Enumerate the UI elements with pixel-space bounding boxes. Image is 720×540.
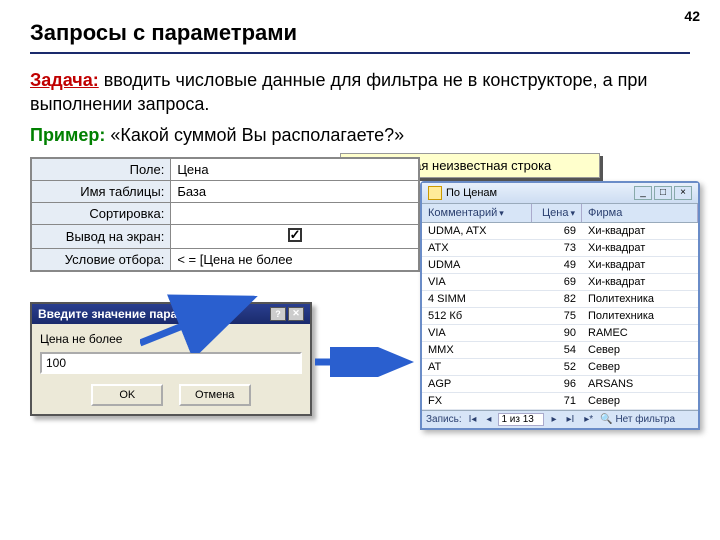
first-record-button[interactable]: I◂ [466,414,480,425]
task-text: вводить числовые данные для фильтра не в… [30,70,647,114]
grid-row: Имя таблицы:База [32,180,419,202]
prev-record-button[interactable]: ◂ [483,414,494,425]
table-row[interactable]: MMX54Север [422,342,698,359]
grid-value[interactable]: < = [Цена не более [171,248,419,270]
table-row[interactable]: 4 SIMM82Политехника [422,291,698,308]
result-datasheet-window: По Ценам _ □ × Комментарий▾ Цена▾ Фирма … [420,181,700,430]
table-row[interactable]: FX71Север [422,393,698,410]
grid-row: Сортировка: [32,202,419,224]
footer-label: Запись: [426,414,462,425]
help-icon[interactable]: ? [270,307,286,321]
close-icon[interactable]: × [674,186,692,200]
grid-checkbox-cell[interactable] [171,224,419,248]
grid-label: Условие отбора: [32,248,171,270]
grid-row: Условие отбора:< = [Цена не более [32,248,419,270]
table-row[interactable]: 512 Кб75Политехника [422,308,698,325]
task-paragraph: Задача: вводить числовые данные для филь… [30,68,690,117]
minimize-icon[interactable]: _ [634,186,652,200]
table-row[interactable]: AGP96ARSANS [422,376,698,393]
grid-label: Имя таблицы: [32,180,171,202]
grid-value[interactable] [171,202,419,224]
table-row[interactable]: VIA90RAMEC [422,325,698,342]
close-icon[interactable]: ✕ [288,307,304,321]
arrow-icon [140,293,260,353]
query-design-grid: Поле:Цена Имя таблицы:База Сортировка: В… [30,157,420,272]
grid-value[interactable]: Цена [171,158,419,180]
ok-button[interactable]: OK [91,384,163,406]
table-row[interactable]: VIA69Хи-квадрат [422,274,698,291]
new-record-button[interactable]: ▸* [581,414,596,425]
last-record-button[interactable]: ▸I [563,414,577,425]
maximize-icon[interactable]: □ [654,186,672,200]
next-record-button[interactable]: ▸ [548,414,559,425]
record-position-input[interactable] [498,413,544,426]
page-title: Запросы с параметрами [30,20,690,54]
parameter-input[interactable]: 100 [40,352,302,374]
chevron-down-icon[interactable]: ▾ [499,208,504,218]
grid-row: Вывод на экран: [32,224,419,248]
result-title: По Ценам [446,187,497,199]
column-header[interactable]: Цена▾ [532,204,582,222]
example-paragraph: Пример: «Какой суммой Вы располагаете?» [30,123,690,147]
column-header[interactable]: Фирма [582,204,698,222]
record-navigator: Запись: I◂ ◂ ▸ ▸I ▸* 🔍 Нет фильтра [422,410,698,428]
table-row[interactable]: ATX73Хи-квадрат [422,240,698,257]
table-icon [428,186,442,200]
grid-label: Вывод на экран: [32,224,171,248]
grid-label: Сортировка: [32,202,171,224]
example-label: Пример: [30,125,105,145]
table-row[interactable]: UDMA49Хи-квадрат [422,257,698,274]
grid-row: Поле:Цена [32,158,419,180]
arrow-icon [315,347,415,377]
checkbox-icon[interactable] [288,228,302,242]
page-number: 42 [684,8,700,24]
column-header[interactable]: Комментарий▾ [422,204,532,222]
task-label: Задача: [30,70,99,90]
cancel-button[interactable]: Отмена [179,384,251,406]
table-row[interactable]: AT52Север [422,359,698,376]
grid-value[interactable]: База [171,180,419,202]
table-row[interactable]: UDMA, ATX69Хи-квадрат [422,223,698,240]
chevron-down-icon[interactable]: ▾ [570,208,575,218]
filter-status: 🔍 Нет фильтра [600,414,675,425]
grid-label: Поле: [32,158,171,180]
example-text: «Какой суммой Вы располагаете?» [105,125,404,145]
